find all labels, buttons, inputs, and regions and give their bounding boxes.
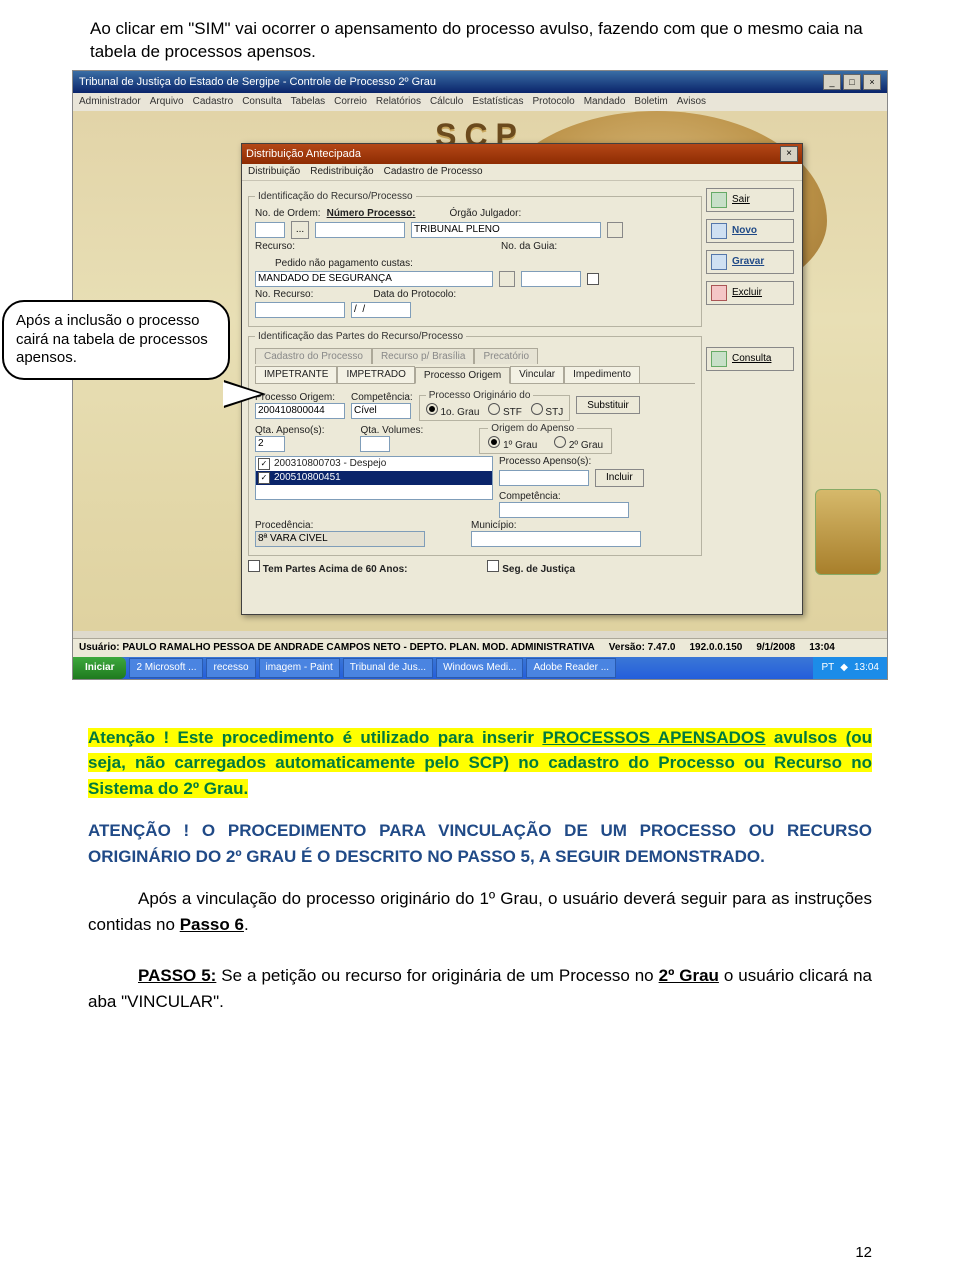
minimize-icon[interactable]: _	[823, 74, 841, 90]
taskbar-item[interactable]: recesso	[206, 658, 255, 678]
taskbar-item[interactable]: imagem - Paint	[259, 658, 340, 678]
group-id-recurso: Identificação do Recurso/Processo No. de…	[248, 191, 702, 327]
chk-60anos[interactable]	[248, 560, 260, 572]
tabs-top[interactable]: Cadastro do Processo Recurso p/ Brasília…	[255, 348, 695, 364]
window-title: Tribunal de Justiça do Estado de Sergipe…	[79, 76, 436, 88]
ordem-input[interactable]	[255, 222, 285, 238]
radio-stf[interactable]	[488, 403, 500, 415]
orgao-select[interactable]	[411, 222, 601, 238]
modal-title: Distribuição Antecipada	[246, 148, 361, 160]
taskbar-item[interactable]: Tribunal de Jus...	[343, 658, 433, 678]
procedencia-select[interactable]	[255, 531, 425, 547]
callout-bubble: Após a inclusão o processo cairá na tabe…	[2, 300, 230, 380]
body-text: Atenção ! Este procedimento é utilizado …	[0, 680, 960, 1015]
tray-icon: ◆	[840, 662, 848, 673]
status-bar: Usuário: PAULO RAMALHO PESSOA DE ANDRADE…	[73, 638, 887, 657]
taskbar-item[interactable]: 2 Microsoft ...	[129, 658, 203, 678]
numero-processo-input[interactable]	[315, 222, 405, 238]
substituir-button[interactable]: Substituir	[576, 396, 640, 414]
apensos-listbox[interactable]: ✓200310800703 - Despejo ✓200510800451	[255, 456, 493, 500]
processo-origem-input[interactable]	[255, 403, 345, 419]
taskbar[interactable]: Iniciar 2 Microsoft ... recesso imagem -…	[73, 657, 887, 679]
chevron-down-icon[interactable]	[499, 271, 515, 287]
page-number: 12	[855, 1244, 872, 1261]
start-button[interactable]: Iniciar	[73, 657, 126, 679]
recurso-select[interactable]	[255, 271, 493, 287]
modal-titlebar: Distribuição Antecipada ×	[242, 144, 802, 164]
group-partes: Identificação das Partes do Recurso/Proc…	[248, 331, 702, 556]
municipio-select[interactable]	[471, 531, 641, 547]
intro-text: Ao clicar em "SIM" vai ocorrer o apensam…	[0, 0, 960, 70]
tabs-bottom[interactable]: IMPETRANTE IMPETRADO Processo Origem Vin…	[255, 366, 695, 384]
data-protocolo-input[interactable]	[351, 302, 411, 318]
titlebar: Tribunal de Justiça do Estado de Sergipe…	[73, 71, 887, 93]
close-icon[interactable]: ×	[863, 74, 881, 90]
modal-menu[interactable]: DistribuiçãoRedistribuiçãoCadastro de Pr…	[242, 164, 802, 181]
chk-seg-justica[interactable]	[487, 560, 499, 572]
norecurso-input[interactable]	[255, 302, 345, 318]
modal-close-icon[interactable]: ×	[780, 146, 798, 162]
noguia-input[interactable]	[521, 271, 581, 287]
radio-apenso-2grau[interactable]	[554, 436, 566, 448]
pedido-checkbox[interactable]	[587, 273, 599, 285]
processo-apenso-input[interactable]	[499, 470, 589, 486]
qta-volumes-input[interactable]	[360, 436, 390, 452]
list-checkbox[interactable]: ✓	[258, 458, 270, 470]
list-checkbox[interactable]: ✓	[258, 472, 270, 484]
maximize-icon[interactable]: □	[843, 74, 861, 90]
ordem-helper-button[interactable]: ...	[291, 221, 309, 239]
taskbar-item[interactable]: Windows Medi...	[436, 658, 523, 678]
shield-icon	[815, 489, 881, 575]
chevron-down-icon[interactable]	[607, 222, 623, 238]
radio-apenso-1grau[interactable]	[488, 436, 500, 448]
qta-apenso-input[interactable]	[255, 436, 285, 452]
taskbar-item[interactable]: Adobe Reader ...	[526, 658, 616, 678]
incluir-button[interactable]: Incluir	[595, 469, 644, 487]
competencia-input[interactable]	[351, 403, 411, 419]
modal-distribuicao: Distribuição Antecipada × DistribuiçãoRe…	[241, 143, 803, 615]
radio-1grau[interactable]	[426, 403, 438, 415]
tab-processo-origem: Processo Origem	[415, 367, 510, 384]
menu-bar[interactable]: AdministradorArquivoCadastroConsultaTabe…	[73, 93, 887, 112]
radio-stj[interactable]	[531, 403, 543, 415]
competencia2-input[interactable]	[499, 502, 629, 518]
system-tray[interactable]: PT ◆ 13:04	[813, 657, 887, 679]
screenshot: Após a inclusão o processo cairá na tabe…	[72, 70, 888, 680]
